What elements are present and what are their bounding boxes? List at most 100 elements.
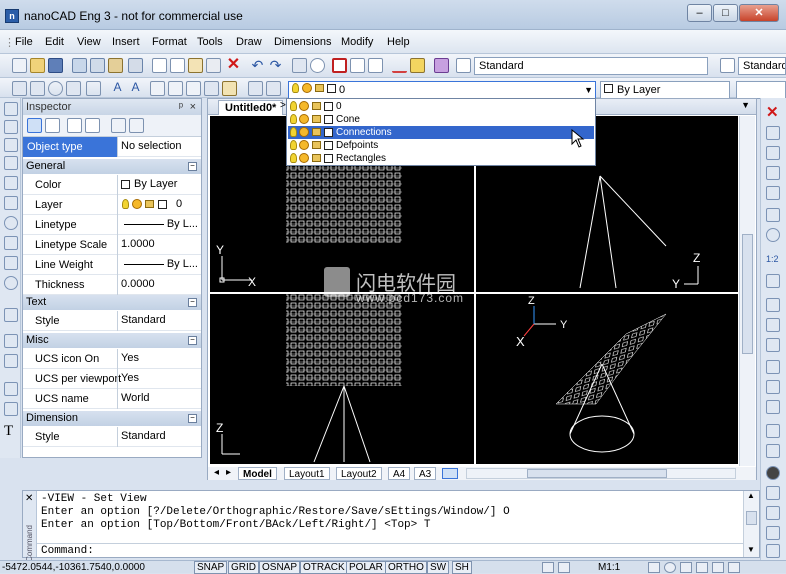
bulb-icon[interactable] bbox=[290, 114, 297, 124]
lock-icon[interactable] bbox=[312, 141, 321, 149]
menu-dimensions[interactable]: Dimensions bbox=[274, 36, 331, 48]
select-icon[interactable] bbox=[12, 81, 27, 96]
array-icon[interactable] bbox=[766, 186, 780, 200]
lock-icon[interactable] bbox=[312, 128, 321, 136]
viewport-bottom-left[interactable]: Z bbox=[210, 294, 474, 464]
menu-modify[interactable]: Modify bbox=[341, 36, 373, 48]
command-handle[interactable]: ✕ Command bbox=[23, 491, 37, 562]
horizontal-scrollbar[interactable] bbox=[466, 468, 736, 479]
layer-item[interactable]: 0 bbox=[288, 100, 594, 113]
prop-value[interactable]: World bbox=[117, 389, 201, 409]
quick-select-icon[interactable] bbox=[67, 118, 82, 133]
collapse-icon[interactable]: − bbox=[188, 298, 197, 307]
scroll-thumb[interactable] bbox=[527, 469, 667, 478]
explode-icon[interactable] bbox=[766, 400, 780, 414]
maximize-button[interactable]: □ bbox=[713, 4, 738, 22]
distance-icon[interactable] bbox=[392, 58, 407, 73]
otrack-toggle[interactable]: OTRACK bbox=[300, 561, 348, 574]
open-icon[interactable] bbox=[30, 58, 45, 73]
prop-value[interactable]: 0.0000 bbox=[117, 275, 201, 295]
scale-readout[interactable]: M1:1 bbox=[598, 562, 620, 573]
edit-text-icon[interactable] bbox=[766, 544, 780, 558]
tab-a4[interactable]: A4 bbox=[388, 467, 411, 480]
tab-scroll-icon[interactable]: > bbox=[280, 100, 286, 111]
category-general[interactable]: General − bbox=[23, 159, 201, 174]
lock-icon[interactable] bbox=[312, 115, 321, 123]
text-icon[interactable]: T bbox=[4, 424, 18, 439]
scroll-thumb[interactable] bbox=[746, 511, 757, 525]
circle-select-icon[interactable] bbox=[48, 81, 63, 96]
match-properties-icon[interactable] bbox=[206, 58, 221, 73]
select-window-icon[interactable] bbox=[30, 81, 45, 96]
undo-icon[interactable]: ↶ bbox=[250, 58, 265, 73]
scale-icon[interactable]: 1:2 bbox=[766, 254, 780, 268]
layer-item-selected[interactable]: Connections bbox=[288, 126, 594, 139]
minimize-button[interactable]: – bbox=[687, 4, 712, 22]
model-space-icon[interactable] bbox=[542, 562, 554, 573]
save-icon[interactable] bbox=[48, 58, 63, 73]
workspace-icon[interactable] bbox=[680, 562, 692, 573]
fillet-icon[interactable] bbox=[766, 380, 780, 394]
close-button[interactable]: ✕ bbox=[739, 4, 779, 22]
command-input-row[interactable]: Command: bbox=[37, 543, 743, 557]
edit-polyline-icon[interactable] bbox=[766, 506, 780, 520]
chamfer-icon[interactable] bbox=[766, 360, 780, 374]
annotation-icon[interactable] bbox=[648, 562, 660, 573]
tab-a3[interactable]: A3 bbox=[414, 467, 437, 480]
mtext-icon[interactable]: A bbox=[128, 81, 143, 96]
layer-select[interactable]: 0 ▼ bbox=[288, 81, 596, 99]
pencil-icon[interactable] bbox=[410, 58, 425, 73]
layer-item[interactable]: Rectangles bbox=[288, 152, 594, 165]
prop-value[interactable]: By Layer bbox=[117, 175, 201, 195]
erase-icon[interactable]: ✕ bbox=[766, 105, 780, 120]
prop-value[interactable]: By L... bbox=[117, 215, 201, 235]
print-icon[interactable] bbox=[128, 58, 143, 73]
prop-color[interactable]: Color By Layer bbox=[23, 175, 201, 195]
freeze-icon[interactable] bbox=[299, 140, 309, 150]
prop-linetype[interactable]: Linetype By L... bbox=[23, 215, 201, 235]
menu-insert[interactable]: Insert bbox=[112, 36, 140, 48]
circle-icon[interactable] bbox=[4, 216, 18, 230]
tab-next-icon[interactable]: ▸ bbox=[226, 467, 231, 478]
hatch-draw-icon[interactable] bbox=[4, 382, 18, 396]
prop-ucs-per-viewport[interactable]: UCS per viewport Yes bbox=[23, 369, 201, 389]
offset-icon[interactable] bbox=[766, 166, 780, 180]
scroll-up-icon[interactable]: ▲ bbox=[747, 491, 755, 500]
print-preview-icon[interactable] bbox=[72, 58, 87, 73]
layer-dropdown-list[interactable]: 0 Cone Connections Defpoints Rectangles bbox=[286, 98, 596, 166]
snap-tool-icon[interactable] bbox=[86, 81, 101, 96]
bulb-icon[interactable] bbox=[290, 153, 297, 163]
filter-icon[interactable] bbox=[85, 118, 100, 133]
category-misc[interactable]: Misc − bbox=[23, 333, 201, 348]
freeze-icon[interactable] bbox=[299, 101, 309, 111]
close-icon[interactable]: ✕ bbox=[25, 493, 33, 504]
prop-value[interactable]: Yes bbox=[117, 349, 201, 369]
copy-props-icon[interactable] bbox=[111, 118, 126, 133]
redo-icon[interactable]: ↷ bbox=[268, 58, 283, 73]
osnap-toggle[interactable]: OSNAP bbox=[259, 561, 301, 574]
layer-states-icon[interactable] bbox=[248, 81, 263, 96]
menu-edit[interactable]: Edit bbox=[45, 36, 64, 48]
table-draw-icon[interactable] bbox=[4, 402, 18, 416]
break-icon[interactable] bbox=[766, 338, 780, 352]
prop-text-style[interactable]: Style Standard bbox=[23, 311, 201, 331]
select-objects-icon[interactable] bbox=[27, 118, 42, 133]
layer-item[interactable]: Cone bbox=[288, 113, 594, 126]
close-icon[interactable]: × bbox=[190, 99, 196, 115]
color-select[interactable]: By Layer bbox=[600, 81, 730, 99]
new-layout-icon[interactable] bbox=[442, 468, 458, 479]
prop-value[interactable]: Standard bbox=[117, 311, 201, 331]
tab-layout2[interactable]: Layout2 bbox=[336, 467, 382, 480]
mirror-icon[interactable] bbox=[766, 146, 780, 160]
polar-toggle[interactable]: POLAR bbox=[346, 561, 386, 574]
collapse-icon[interactable]: − bbox=[188, 162, 197, 171]
lengthen-icon[interactable] bbox=[766, 444, 780, 458]
layer-manager-icon[interactable] bbox=[222, 81, 237, 96]
prop-value[interactable]: Yes bbox=[117, 369, 201, 389]
grid-select-icon[interactable] bbox=[66, 81, 81, 96]
paste-props-icon[interactable] bbox=[129, 118, 144, 133]
collapse-icon[interactable]: − bbox=[188, 414, 197, 423]
plot-icon[interactable] bbox=[90, 58, 105, 73]
ellipse-icon[interactable] bbox=[4, 276, 18, 290]
status-menu-icon[interactable] bbox=[728, 562, 740, 573]
